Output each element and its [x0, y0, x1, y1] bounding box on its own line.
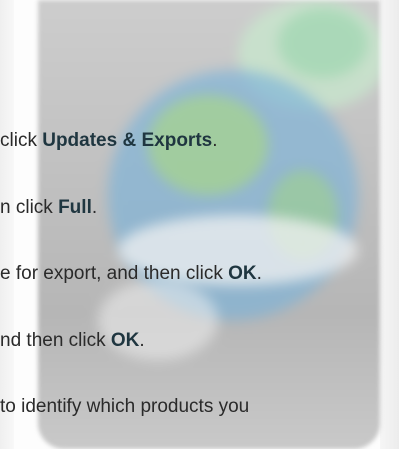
step-line: to identify which products you	[0, 395, 399, 419]
step-line: nd then click OK.	[0, 329, 399, 353]
step-text: e for export, and then click	[0, 263, 229, 284]
step-line: e for export, and then click OK.	[0, 262, 399, 286]
ui-element-name: OK	[228, 263, 257, 284]
step-text: to identify which products you	[0, 396, 250, 417]
ui-element-name: Full	[58, 197, 92, 218]
step-text: nd then click	[0, 330, 111, 351]
ui-element-name: OK	[110, 330, 140, 351]
step-text-end: .	[139, 330, 145, 351]
step-line: n click Full.	[0, 196, 399, 220]
step-text-end: .	[256, 263, 262, 284]
instruction-steps: click Updates & Exports. n click Full. e…	[0, 0, 399, 449]
step-line: click Updates & Exports.	[0, 129, 399, 153]
step-text-end: .	[212, 130, 218, 151]
step-text-end: .	[91, 197, 98, 218]
step-text: click	[0, 130, 43, 151]
step-text: n click	[0, 197, 59, 218]
ui-element-name: Updates & Exports	[42, 130, 213, 151]
